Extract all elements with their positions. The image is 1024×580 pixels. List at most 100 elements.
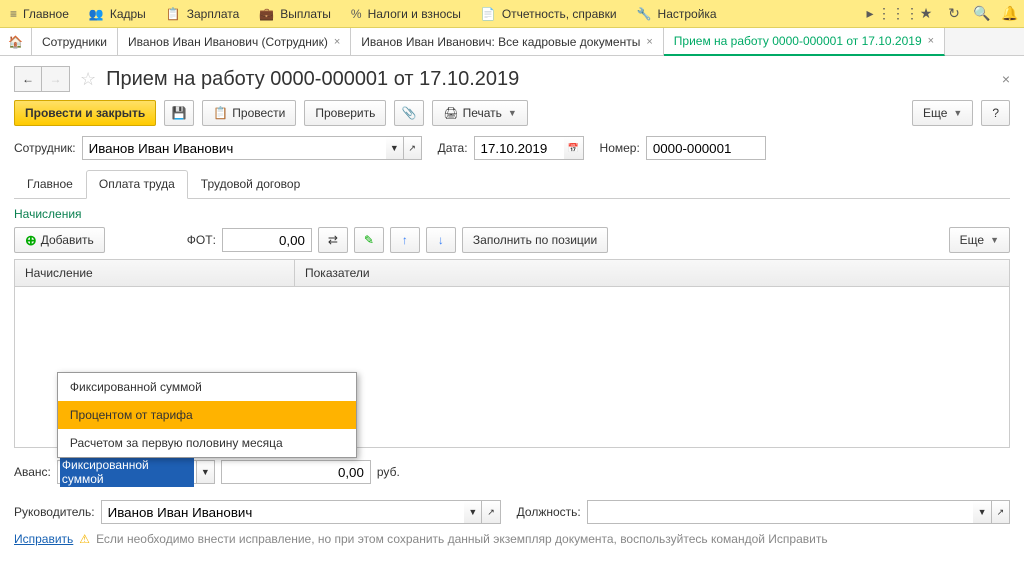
position-label: Должность: (517, 505, 581, 519)
favorite-icon[interactable]: ☆ (80, 69, 96, 90)
number-field[interactable] (646, 136, 766, 160)
avans-dropdown-menu: Фиксированной суммой Процентом от тарифа… (57, 372, 357, 458)
add-button[interactable]: ⊕Добавить (14, 227, 105, 253)
move-down-button[interactable]: ↓ (426, 227, 456, 253)
home-tab[interactable]: 🏠 (0, 28, 32, 55)
refresh-button[interactable]: ⇄ (318, 227, 348, 253)
page-content: ← → ☆ Прием на работу 0000-000001 от 17.… (0, 56, 1024, 556)
page-title: Прием на работу 0000-000001 от 17.10.201… (106, 68, 519, 91)
employee-dropdown[interactable]: ▼ (386, 136, 404, 160)
bell-icon[interactable]: 🔔 (996, 0, 1024, 27)
save-icon: 💾 (172, 106, 187, 120)
arrow-up-icon: ↑ (402, 233, 408, 247)
close-icon[interactable]: × (646, 36, 652, 48)
col-nachislenie[interactable]: Начисление (15, 260, 295, 286)
nav-reports[interactable]: 📄Отчетность, справки (471, 0, 627, 27)
post-icon: 📋 (213, 106, 228, 120)
avans-label: Аванс: (14, 465, 51, 479)
print-button[interactable]: 🖨Печать▼ (432, 100, 527, 126)
check-button[interactable]: Проверить (304, 100, 386, 126)
nav-nalogi[interactable]: %Налоги и взносы (341, 0, 471, 27)
subtab-salary[interactable]: Оплата труда (86, 170, 188, 199)
nav-zarplata[interactable]: 📋Зарплата (156, 0, 250, 27)
fot-field[interactable] (222, 228, 312, 252)
apps-icon[interactable]: ⋮⋮⋮ (884, 0, 912, 27)
manager-dropdown[interactable]: ▼ (464, 500, 482, 524)
close-icon[interactable]: × (334, 36, 340, 48)
clip-icon: 📎 (402, 106, 417, 120)
close-page-button[interactable]: × (1002, 71, 1010, 87)
date-picker[interactable]: 📅 (564, 136, 584, 160)
tab-ivanov-docs[interactable]: Иванов Иван Иванович: Все кадровые докум… (351, 28, 663, 55)
wallet-icon: 💼 (259, 7, 274, 21)
fot-label: ФОТ: (187, 233, 216, 247)
post-and-close-button[interactable]: Провести и закрыть (14, 100, 156, 126)
accruals-more-button[interactable]: Еще▼ (949, 227, 1010, 253)
sub-tabs: Главное Оплата труда Трудовой договор (14, 170, 1010, 199)
manager-label: Руководитель: (14, 505, 95, 519)
back-button[interactable]: ← (14, 66, 42, 92)
nav-settings[interactable]: 🔧Настройка (627, 0, 727, 27)
warning-text: Если необходимо внести исправление, но п… (96, 532, 828, 546)
avans-option-fixed[interactable]: Фиксированной суммой (58, 373, 356, 401)
post-button[interactable]: 📋Провести (202, 100, 296, 126)
tab-sotrudniki[interactable]: Сотрудники (32, 28, 118, 55)
avans-dropdown-button[interactable]: ▼ (197, 460, 215, 484)
plus-icon: ⊕ (25, 232, 37, 249)
nav-vyplaty[interactable]: 💼Выплаты (249, 0, 341, 27)
people-icon: 👥 (89, 7, 104, 21)
wrench-icon: 🔧 (637, 7, 652, 21)
chevron-down-icon: ▼ (508, 108, 517, 118)
employee-label: Сотрудник: (14, 141, 76, 155)
avans-currency: руб. (377, 465, 400, 479)
calendar-icon: 📋 (166, 7, 181, 21)
forward-button[interactable]: → (42, 66, 70, 92)
menu-icon: ≡ (10, 7, 17, 21)
main-toolbar: Провести и закрыть 💾 📋Провести Проверить… (14, 100, 1010, 126)
search-icon[interactable]: 🔍 (968, 0, 996, 27)
manager-field[interactable] (101, 500, 465, 524)
history-icon[interactable]: ↻ (940, 0, 968, 27)
position-field[interactable] (587, 500, 974, 524)
position-open[interactable]: ↗ (992, 500, 1010, 524)
tab-priem[interactable]: Прием на работу 0000-000001 от 17.10.201… (664, 28, 945, 56)
help-button[interactable]: ? (981, 100, 1010, 126)
fix-link[interactable]: Исправить (14, 532, 73, 546)
avans-amount-field[interactable] (221, 460, 371, 484)
move-up-button[interactable]: ↑ (390, 227, 420, 253)
edit-button[interactable]: ✎ (354, 227, 384, 253)
position-dropdown[interactable]: ▼ (973, 500, 991, 524)
chevron-down-icon: ▼ (953, 108, 962, 118)
subtab-contract[interactable]: Трудовой договор (188, 170, 313, 198)
more-button[interactable]: Еще▼ (912, 100, 973, 126)
nav-kadry[interactable]: 👥Кадры (79, 0, 156, 27)
avans-select[interactable]: Фиксированной суммой (57, 460, 197, 484)
tab-ivanov-emp[interactable]: Иванов Иван Иванович (Сотрудник)× (118, 28, 351, 55)
save-button[interactable]: 💾 (164, 100, 194, 126)
attach-button[interactable]: 📎 (394, 100, 424, 126)
percent-icon: % (351, 7, 362, 21)
avans-option-percent[interactable]: Процентом от тарифа (58, 401, 356, 429)
arrow-down-icon: ↓ (438, 233, 444, 247)
date-field[interactable] (474, 136, 564, 160)
date-label: Дата: (438, 141, 468, 155)
manager-open[interactable]: ↗ (482, 500, 500, 524)
print-icon: 🖨 (443, 106, 458, 120)
accruals-heading: Начисления (14, 207, 1010, 221)
top-nav: ≡Главное 👥Кадры 📋Зарплата 💼Выплаты %Нало… (0, 0, 1024, 28)
tab-bar: 🏠 Сотрудники Иванов Иван Иванович (Сотру… (0, 28, 1024, 56)
col-pokazateli[interactable]: Показатели (295, 260, 1009, 286)
employee-field[interactable] (82, 136, 386, 160)
refresh-icon: ⇄ (328, 233, 338, 247)
avans-option-calc[interactable]: Расчетом за первую половину месяца (58, 429, 356, 457)
subtab-main[interactable]: Главное (14, 170, 86, 198)
warning-icon: ⚠ (79, 532, 90, 546)
home-icon: 🏠 (8, 35, 23, 49)
report-icon: 📄 (481, 7, 496, 21)
fill-by-position-button[interactable]: Заполнить по позиции (462, 227, 608, 253)
number-label: Номер: (600, 141, 640, 155)
nav-main[interactable]: ≡Главное (0, 0, 79, 27)
employee-open[interactable]: ↗ (404, 136, 422, 160)
close-icon[interactable]: × (928, 35, 934, 47)
star-icon[interactable]: ★ (912, 0, 940, 27)
